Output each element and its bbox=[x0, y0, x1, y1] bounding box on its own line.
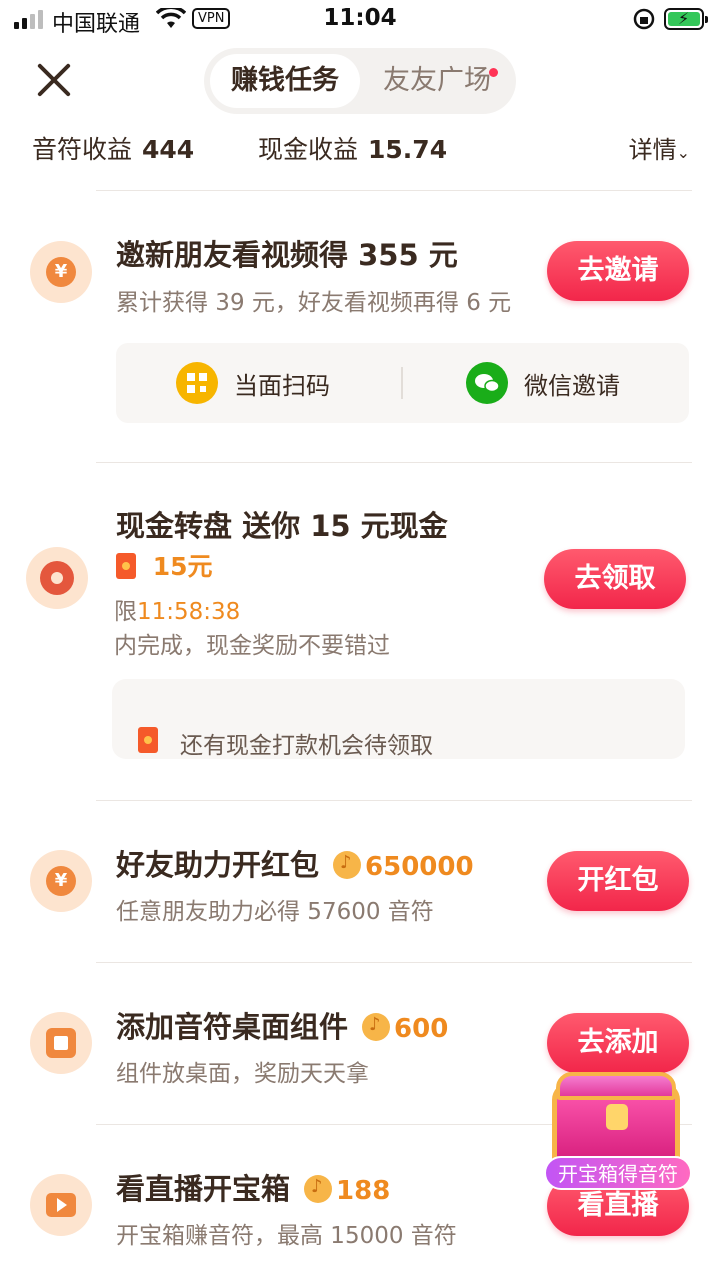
scan-in-person-button[interactable]: 当面扫码 bbox=[176, 362, 330, 404]
add-widget-button[interactable]: 去添加 bbox=[547, 1013, 689, 1073]
task-title: 看直播开宝箱 188 bbox=[116, 1166, 390, 1208]
time-limit: 限11:58:38 bbox=[114, 592, 240, 626]
red-envelope-icon bbox=[138, 727, 158, 753]
status-bar: 中国联通 VPN 11:04 ⚡ bbox=[0, 0, 720, 40]
note-coin-icon bbox=[304, 1175, 333, 1203]
scan-in-person-label: 当面扫码 bbox=[234, 371, 330, 400]
divider bbox=[96, 462, 692, 463]
task-subtitle: 开宝箱赚音符，最高 15000 音符 bbox=[116, 1223, 457, 1249]
treasure-chest-widget[interactable]: 开宝箱得音符 bbox=[526, 1066, 716, 1198]
note-reward: 600 bbox=[362, 1013, 449, 1044]
divider bbox=[96, 962, 692, 963]
task-title-text: 添加音符桌面组件 bbox=[116, 1010, 349, 1044]
open-red-packet-button[interactable]: 开红包 bbox=[547, 851, 689, 911]
orientation-lock-icon bbox=[633, 8, 655, 30]
notes-earnings-value: 444 bbox=[142, 135, 195, 164]
wheel-icon bbox=[26, 547, 88, 609]
task-title: 邀新朋友看视频得 355 元 bbox=[116, 238, 458, 272]
yuan-icon: ¥ bbox=[30, 850, 92, 912]
tab-earn-tasks[interactable]: 赚钱任务 bbox=[210, 54, 360, 108]
wechat-icon bbox=[466, 362, 508, 404]
notes-earnings: 音符收益 444 bbox=[32, 130, 194, 166]
cash-earnings: 现金收益 15.74 bbox=[258, 130, 447, 166]
note-reward-value: 650000 bbox=[365, 852, 474, 882]
note-reward-value: 188 bbox=[336, 1176, 391, 1206]
note-reward-value: 600 bbox=[394, 1014, 449, 1044]
task-title-text: 好友助力开红包 bbox=[116, 848, 320, 882]
battery-icon: ⚡ bbox=[664, 8, 708, 30]
note-coin-icon bbox=[362, 1013, 391, 1041]
chevron-down-icon: ⌄ bbox=[676, 143, 690, 162]
task-subtitle: 内完成，现金奖励不要错过 bbox=[114, 633, 390, 659]
separator bbox=[401, 367, 403, 399]
tab-friends-square[interactable]: 友友广场 bbox=[364, 54, 510, 108]
cash-notice[interactable]: 还有现金打款机会待领取 bbox=[112, 679, 685, 759]
task-title: 好友助力开红包 650000 bbox=[116, 842, 474, 884]
treasure-chest-lid bbox=[556, 1072, 676, 1100]
divider bbox=[96, 800, 692, 801]
note-reward: 650000 bbox=[333, 851, 474, 882]
task-subtitle: 累计获得 39 元，好友看视频再得 6 元 bbox=[116, 290, 512, 316]
cash-earnings-value: 15.74 bbox=[368, 135, 448, 164]
countdown-timer: 11:58:38 bbox=[137, 599, 241, 625]
notification-dot bbox=[489, 68, 498, 77]
details-label: 详情 bbox=[628, 136, 677, 164]
invite-button[interactable]: 去邀请 bbox=[547, 241, 689, 301]
task-title: 添加音符桌面组件 600 bbox=[116, 1004, 448, 1046]
treasure-chest-label: 开宝箱得音符 bbox=[544, 1156, 692, 1190]
notes-earnings-label: 音符收益 bbox=[32, 135, 133, 164]
qr-code-icon bbox=[176, 362, 218, 404]
wechat-invite-label: 微信邀请 bbox=[524, 371, 620, 400]
task-subtitle: 组件放桌面，奖励天天拿 bbox=[116, 1061, 369, 1087]
cash-notice-text: 还有现金打款机会待领取 bbox=[180, 733, 433, 759]
close-icon[interactable] bbox=[34, 60, 74, 100]
yuan-icon: ¥ bbox=[30, 241, 92, 303]
note-coin-icon bbox=[333, 851, 362, 879]
claim-button[interactable]: 去领取 bbox=[544, 549, 686, 609]
tab-switcher: 赚钱任务 友友广场 bbox=[204, 48, 516, 114]
share-options: 当面扫码 微信邀请 bbox=[116, 343, 689, 423]
task-title: 现金转盘 送你 15 元现金 bbox=[116, 509, 448, 543]
status-time: 11:04 bbox=[323, 5, 397, 31]
cash-reward: 15元 bbox=[116, 547, 213, 583]
task-title-text: 看直播开宝箱 bbox=[116, 1172, 291, 1206]
time-limit-prefix: 限 bbox=[114, 599, 137, 625]
tab-friends-square-label: 友友广场 bbox=[383, 65, 491, 96]
red-envelope-icon bbox=[116, 553, 136, 579]
cash-earnings-label: 现金收益 bbox=[258, 135, 359, 164]
chest-lock-icon bbox=[606, 1104, 628, 1130]
wechat-invite-button[interactable]: 微信邀请 bbox=[466, 362, 620, 404]
details-link[interactable]: 详情⌄ bbox=[629, 130, 690, 165]
task-subtitle: 任意朋友助力必得 57600 音符 bbox=[116, 899, 434, 925]
note-reward: 188 bbox=[304, 1175, 391, 1206]
cash-reward-value: 15元 bbox=[152, 552, 213, 581]
widget-icon bbox=[30, 1012, 92, 1074]
divider bbox=[96, 190, 692, 191]
tv-icon bbox=[30, 1174, 92, 1236]
